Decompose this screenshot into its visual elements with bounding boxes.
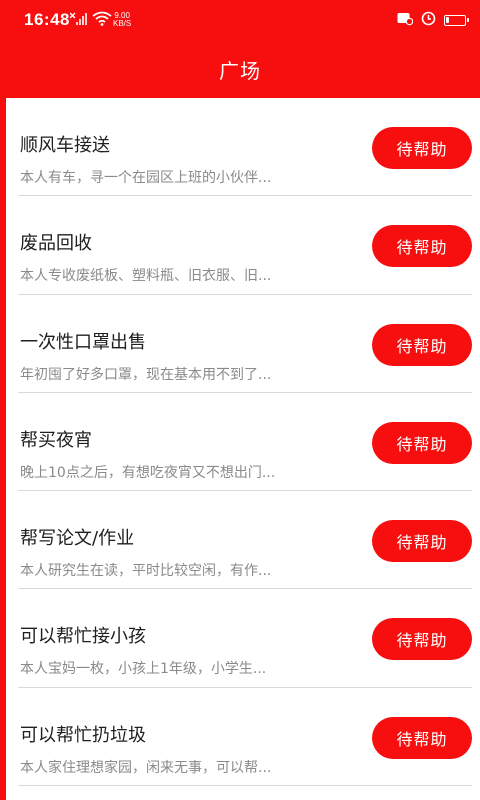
pending-help-button[interactable]: 待帮助 <box>372 225 472 268</box>
item-title: 可以帮忙接小孩 <box>20 626 146 648</box>
battery-level <box>446 17 449 23</box>
item-title: 帮写论文/作业 <box>20 528 135 550</box>
list-item[interactable]: 顺风车接送 本人有车，寻一个在园区上班的小伙伴... 待帮助 <box>18 98 472 197</box>
item-description: 本人专收废纸板、塑料瓶、旧衣服、旧... <box>20 268 272 285</box>
app-bar: 广场 <box>0 40 480 98</box>
wifi-icon <box>92 11 112 30</box>
status-bar: 16:48 9.00 KB/S <box>0 0 480 40</box>
status-time: 16:48 <box>24 10 70 29</box>
task-list: 顺风车接送 本人有车，寻一个在园区上班的小伙伴... 待帮助 废品回收 本人专收… <box>6 98 480 787</box>
item-description: 本人家住理想家园，闲来无事，可以帮... <box>20 759 272 776</box>
list-item[interactable]: 可以帮忙接小孩 本人宝妈一枚，小孩上1年级，小学生... 待帮助 <box>18 589 472 688</box>
list-item[interactable]: 可以帮忙扔垃圾 本人家住理想家园，闲来无事，可以帮... 待帮助 <box>18 688 472 787</box>
item-description: 本人研究生在读，平时比较空闲，有作... <box>20 563 272 580</box>
item-title: 一次性口罩出售 <box>20 331 146 353</box>
item-description: 本人宝妈一枚，小孩上1年级，小学生... <box>20 661 267 678</box>
pending-help-button[interactable]: 待帮助 <box>372 520 472 563</box>
item-title: 帮买夜宵 <box>20 429 92 451</box>
list-item[interactable]: 帮买夜宵 晚上10点之后，有想吃夜宵又不想出门... 待帮助 <box>18 393 472 492</box>
item-description: 本人有车，寻一个在园区上班的小伙伴... <box>20 170 272 186</box>
pending-help-button[interactable]: 待帮助 <box>372 323 472 366</box>
list-item[interactable]: 一次性口罩出售 年初囤了好多口罩，现在基本用不到了... 待帮助 <box>18 295 472 393</box>
net-speed-unit: KB/S <box>113 19 132 28</box>
pending-help-button[interactable]: 待帮助 <box>372 716 472 759</box>
status-right-icons <box>397 11 469 30</box>
item-title: 废品回收 <box>20 233 92 255</box>
pending-help-button[interactable]: 待帮助 <box>372 618 472 661</box>
status-left-icons <box>69 11 112 30</box>
item-description: 年初囤了好多口罩，现在基本用不到了... <box>20 366 272 383</box>
battery-icon <box>444 15 469 26</box>
pending-help-button[interactable]: 待帮助 <box>372 127 472 169</box>
notification-icon <box>397 11 414 30</box>
list-item[interactable]: 帮写论文/作业 本人研究生在读，平时比较空闲，有作... 待帮助 <box>18 491 472 590</box>
pending-help-button[interactable]: 待帮助 <box>372 421 472 464</box>
no-signal-icon <box>69 11 88 30</box>
item-title: 顺风车接送 <box>20 135 110 156</box>
alarm-icon <box>421 11 436 30</box>
item-title: 可以帮忙扔垃圾 <box>20 724 146 746</box>
item-description: 晚上10点之后，有想吃夜宵又不想出门... <box>20 464 276 481</box>
page-title: 广场 <box>219 58 261 83</box>
net-speed: 9.00 KB/S <box>113 12 131 28</box>
list-item[interactable]: 废品回收 本人专收废纸板、塑料瓶、旧衣服、旧... 待帮助 <box>18 196 472 295</box>
